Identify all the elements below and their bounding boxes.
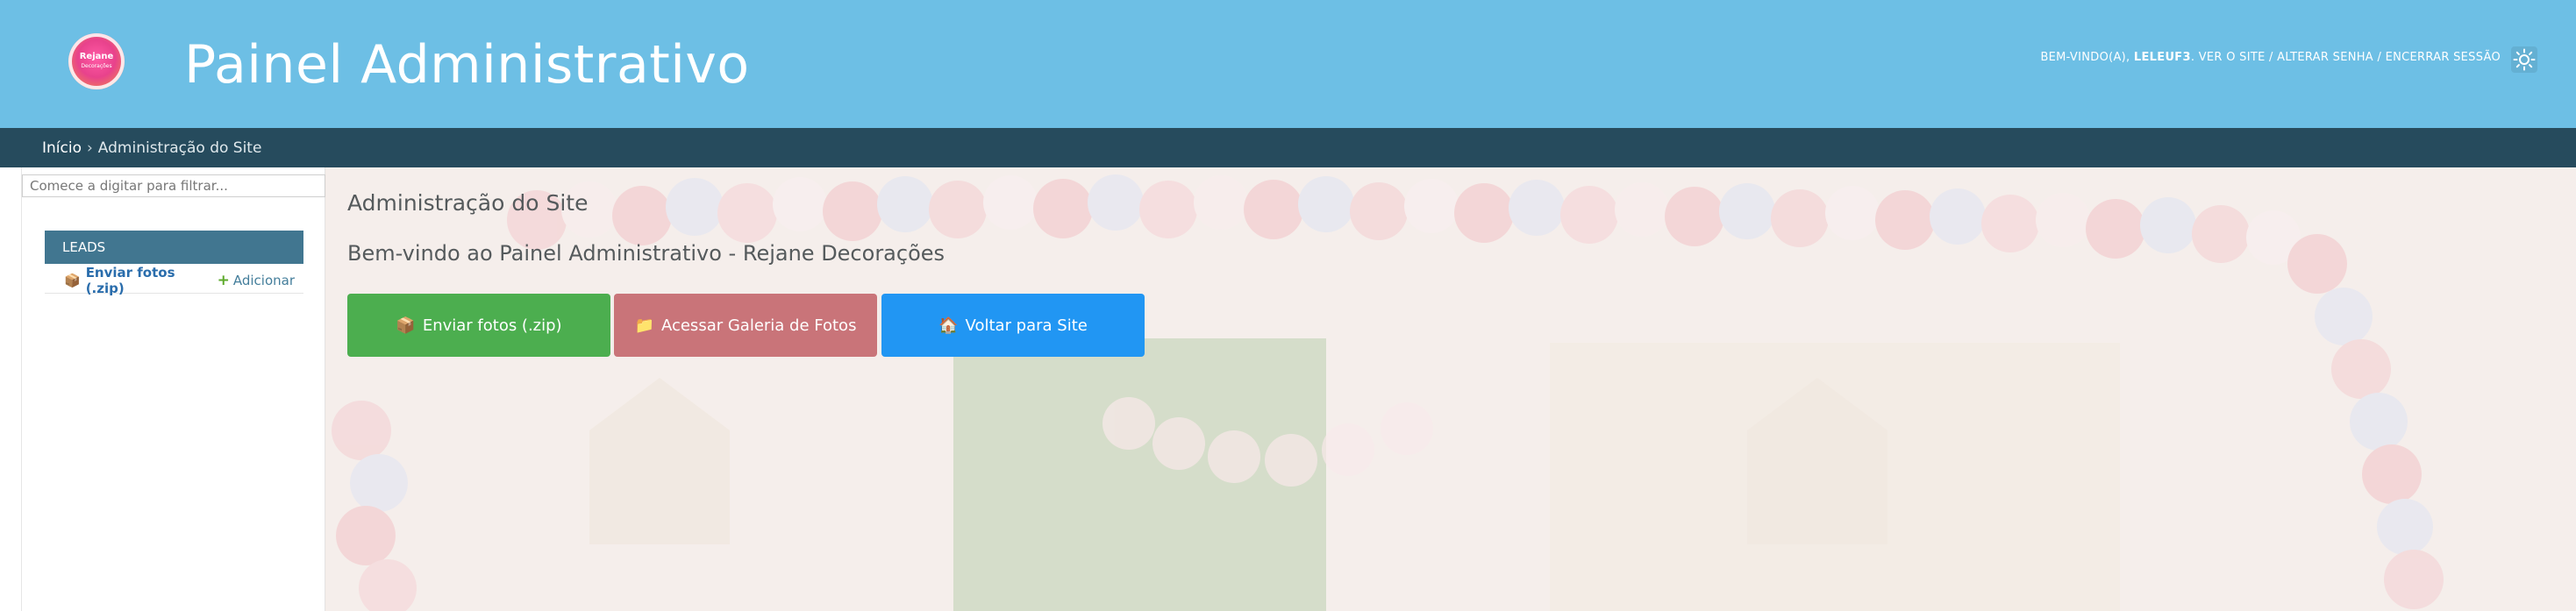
breadcrumb-current: Administração do Site — [97, 139, 262, 157]
upload-photos-button[interactable]: 📦 Enviar fotos (.zip) — [347, 294, 610, 357]
main-content: Administração do Site Bem-vindo ao Paine… — [326, 167, 2576, 611]
logo-text: Rejane — [79, 52, 114, 61]
module-caption-leads[interactable]: LEADS — [45, 231, 303, 264]
separator: / — [2269, 51, 2273, 64]
breadcrumb-home-link[interactable]: Início — [42, 139, 82, 157]
welcome-heading: Bem-vindo ao Painel Administrativo - Rej… — [347, 241, 945, 266]
breadcrumb: Início › Administração do Site — [0, 128, 2576, 167]
view-site-link[interactable]: VER O SITE — [2199, 51, 2266, 64]
package-icon: 📦 — [396, 316, 416, 335]
add-label: Adicionar — [232, 272, 295, 288]
theme-toggle-button[interactable] — [2511, 46, 2537, 73]
separator: / — [2377, 51, 2382, 64]
logo-subtext: Decorações — [81, 63, 112, 69]
site-title: Painel Administrativo — [184, 34, 750, 96]
logout-link[interactable]: ENCERRAR SESSÃO — [2386, 51, 2501, 64]
header: Rejane Decorações Painel Administrativo … — [0, 0, 2576, 128]
page-title: Administração do Site — [347, 190, 589, 216]
user-tools: BEM-VINDO(A), LELEUF3. VER O SITE / ALTE… — [2040, 51, 2501, 64]
sidebar: LEADS 📦 Enviar fotos (.zip) + Adicionar — [0, 167, 325, 611]
username: LELEUF3 — [2133, 51, 2191, 64]
house-icon: 🏠 — [938, 316, 959, 335]
site-logo[interactable]: Rejane Decorações — [68, 33, 125, 89]
module-caption-label: LEADS — [62, 239, 106, 255]
photo-gallery-button[interactable]: 📁 Acessar Galeria de Fotos — [614, 294, 877, 357]
upload-photos-label: Enviar fotos (.zip) — [422, 316, 562, 335]
welcome-prefix: BEM-VINDO(A), — [2040, 51, 2130, 64]
plus-icon: + — [217, 271, 230, 289]
back-to-site-label: Voltar para Site — [965, 316, 1088, 335]
change-password-link[interactable]: ALTERAR SENHA — [2277, 51, 2373, 64]
add-button[interactable]: + Adicionar — [218, 272, 295, 289]
back-to-site-button[interactable]: 🏠 Voltar para Site — [881, 294, 1145, 357]
background-decoration-image — [326, 167, 2576, 611]
module-row: 📦 Enviar fotos (.zip) + Adicionar — [45, 265, 303, 296]
sun-icon — [2513, 48, 2536, 71]
model-link-label: Enviar fotos (.zip) — [85, 264, 175, 296]
breadcrumb-separator: › — [86, 139, 93, 157]
package-icon: 📦 — [64, 272, 81, 288]
sidebar-filter-input[interactable] — [22, 174, 325, 197]
model-link-enviar-fotos[interactable]: 📦 Enviar fotos (.zip) — [64, 265, 218, 296]
folder-icon: 📁 — [634, 316, 654, 335]
photo-gallery-label: Acessar Galeria de Fotos — [660, 316, 857, 335]
